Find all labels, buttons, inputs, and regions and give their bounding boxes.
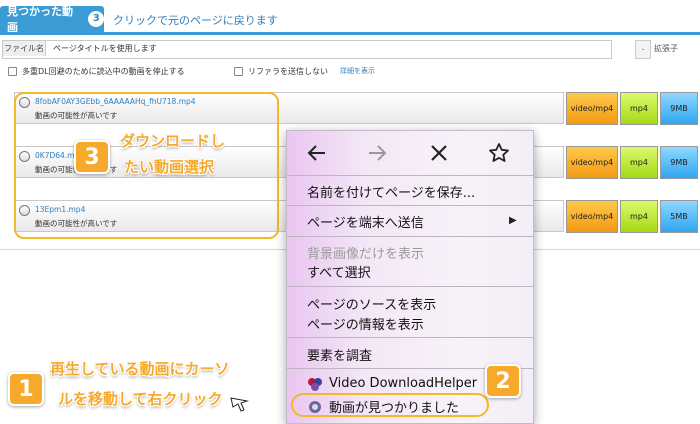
save-page-as-item[interactable]: 名前を付けてページを保存... [307, 182, 475, 201]
step-3-text-line2: たい動画選択 [124, 158, 215, 176]
step-1-text-line2: ルを移動して右クリック [58, 390, 223, 408]
cursor-pointer-icon [229, 390, 257, 412]
no-referer-label: リファラを送信しない [248, 67, 328, 76]
forward-arrow-icon [365, 141, 389, 165]
back-arrow-icon[interactable] [305, 141, 329, 165]
filename-label: ファイル名 [3, 41, 46, 56]
close-x-icon[interactable] [427, 141, 451, 165]
submenu-arrow-icon: ▶ [509, 215, 517, 226]
select-all-item[interactable]: すべて選択 [307, 262, 371, 281]
step-3-text-line1: ダウンロードし [120, 132, 226, 150]
view-background-image-item: 背景画像だけを表示 [307, 247, 425, 262]
size-button[interactable]: 9MB [660, 146, 698, 179]
stop-loading-option[interactable]: 多重DL回避のために読込中の動画を停止する [8, 66, 185, 77]
show-details-link[interactable]: 詳細を表示 [340, 66, 375, 76]
step-1-badge: 1 [8, 372, 44, 406]
extension-button[interactable]: mp4 [620, 146, 658, 179]
video-downloadhelper-logo-icon [307, 377, 323, 391]
video-count-badge: 3 [88, 11, 104, 27]
video-found-highlight [291, 393, 489, 417]
mime-type-button[interactable]: video/mp4 [566, 92, 618, 125]
extension-label: 拡張子 [654, 44, 678, 53]
inspect-element-item[interactable]: 要素を調査 [307, 345, 372, 364]
menu-separator [287, 175, 533, 176]
menu-separator [287, 286, 533, 287]
extension-button[interactable]: mp4 [620, 200, 658, 233]
extension-button[interactable]: mp4 [620, 92, 658, 125]
menu-separator [287, 205, 533, 206]
found-videos-tab-label: 見つかった動画 [7, 5, 73, 34]
no-referer-option[interactable]: リファラを送信しない [234, 66, 328, 77]
video-downloadhelper-label: Video DownloadHelper [329, 376, 478, 391]
found-videos-tab[interactable]: 見つかった動画 3 [0, 5, 104, 34]
view-page-source-item[interactable]: ページのソースを表示 [307, 294, 436, 313]
mime-type-button[interactable]: video/mp4 [566, 200, 618, 233]
header-divider [0, 32, 700, 35]
star-icon[interactable] [487, 141, 511, 165]
back-to-page-link[interactable]: クリックで元のページに戻ります [113, 12, 278, 28]
size-button[interactable]: 5MB [660, 200, 698, 233]
view-page-info-item[interactable]: ページの情報を表示 [307, 314, 424, 333]
step-2-badge: 2 [485, 364, 521, 398]
extension-dot: . [635, 40, 651, 59]
step-1-text-line1: 再生している動画にカーソ [50, 360, 230, 378]
step-3-badge: 3 [74, 140, 110, 174]
stop-loading-checkbox[interactable] [8, 67, 17, 76]
menu-separator [287, 236, 533, 237]
mime-type-button[interactable]: video/mp4 [566, 146, 618, 179]
stop-loading-label: 多重DL回避のために読込中の動画を停止する [22, 67, 185, 76]
video-downloadhelper-item[interactable]: Video DownloadHelper [307, 376, 477, 391]
no-referer-checkbox[interactable] [234, 67, 243, 76]
menu-separator [287, 337, 533, 338]
filename-input-value[interactable]: ページタイトルを使用します [53, 41, 157, 56]
size-button[interactable]: 9MB [660, 92, 698, 125]
send-to-device-item[interactable]: ページを端末へ送信 [307, 212, 424, 231]
